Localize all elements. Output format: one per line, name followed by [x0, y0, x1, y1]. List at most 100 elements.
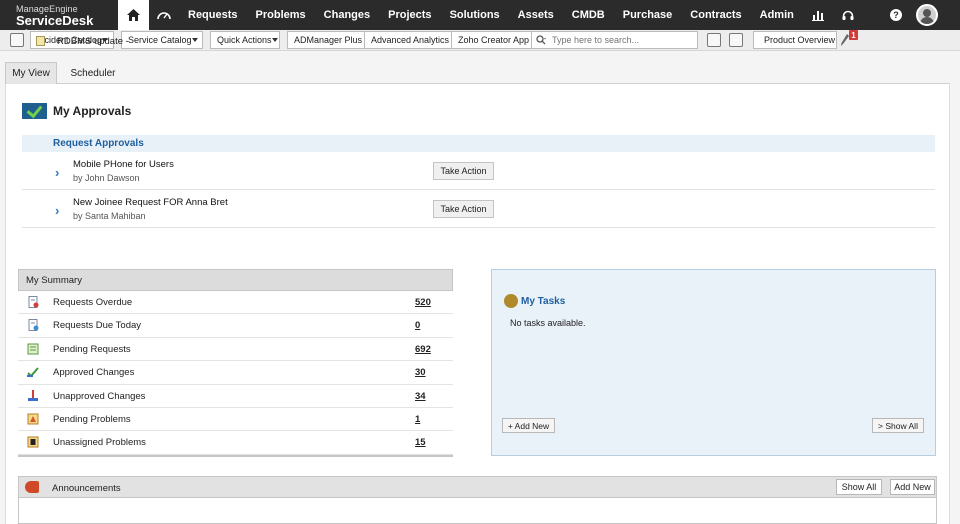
summary-label: Requests Overdue [53, 297, 133, 308]
summary-row: Unapproved Changes 34 [18, 385, 453, 408]
overdue-icon [28, 296, 39, 308]
summary-label: Pending Problems [53, 413, 131, 425]
search-box[interactable] [531, 31, 698, 49]
take-action-button[interactable]: Take Action [433, 200, 494, 218]
admanager-plus-button[interactable]: ADManager Plus [287, 31, 370, 49]
advanced-analytics-button[interactable]: Advanced Analytics [364, 31, 457, 49]
support-headset-icon[interactable] [833, 0, 863, 30]
history-icon[interactable] [707, 33, 721, 47]
zoho-creator-button[interactable]: Zoho Creator App [451, 31, 537, 49]
show-all-announcements-button[interactable]: Show All [836, 479, 882, 495]
tasks-empty-message: No tasks available. [510, 318, 586, 328]
summary-count-link[interactable]: 0 [415, 320, 420, 331]
chevron-right-icon[interactable]: › [55, 165, 59, 180]
chevron-down-icon [191, 38, 198, 42]
summary-label: Pending Requests [53, 343, 131, 355]
add-task-button[interactable]: + Add New [502, 418, 555, 433]
show-all-tasks-button[interactable]: > Show All [872, 418, 924, 433]
summary-count-link[interactable]: 520 [415, 297, 431, 308]
pending-problems-icon [27, 413, 39, 425]
nav-admin[interactable]: Admin [751, 0, 803, 30]
nav-changes[interactable]: Changes [315, 0, 379, 30]
nav-cmdb[interactable]: CMDB [563, 0, 614, 30]
help-icon[interactable]: ? [890, 9, 902, 21]
nav-projects[interactable]: Projects [379, 0, 440, 30]
nav-contracts[interactable]: Contracts [681, 0, 750, 30]
approval-title[interactable]: Mobile PHone for Users [73, 159, 174, 170]
product-overview-button[interactable]: Product Overview [753, 31, 837, 49]
summary-label: Unapproved Changes [53, 390, 146, 402]
summary-row: Requests Overdue 520 [18, 291, 453, 315]
approval-item: › Mobile PHone for Users by John Dawson … [22, 152, 935, 190]
summary-row: Approved Changes 30 [18, 361, 453, 385]
summary-row: Pending Problems 1 [18, 408, 453, 432]
unassigned-problems-icon [27, 436, 39, 448]
home-icon[interactable] [118, 0, 149, 30]
user-avatar[interactable] [916, 4, 938, 26]
tasks-icon [504, 294, 518, 308]
due-today-icon [28, 319, 39, 332]
megaphone-icon [25, 481, 39, 493]
service-catalog-dropdown[interactable]: Service Catalog [121, 31, 203, 49]
approval-check-icon [22, 103, 47, 119]
notification-bell-icon[interactable] [729, 33, 743, 47]
my-tasks-panel: My Tasks No tasks available. + Add New >… [491, 269, 936, 456]
announcement-item[interactable]: RDBMS update - [57, 36, 129, 47]
pen-icon[interactable] [841, 34, 849, 46]
summary-row: Pending Requests 692 [18, 338, 453, 362]
nav-requests[interactable]: Requests [179, 0, 247, 30]
summary-label: Approved Changes [53, 367, 135, 379]
approval-requester: by John Dawson [73, 173, 140, 183]
tab-scheduler[interactable]: Scheduler [63, 62, 123, 84]
summary-title: My Summary [18, 269, 453, 291]
new-request-icon[interactable] [10, 33, 24, 47]
nav-purchase[interactable]: Purchase [614, 0, 682, 30]
pending-requests-icon [27, 343, 39, 355]
brand-logo[interactable]: ManageEngine ServiceDesk Plus [0, 0, 118, 42]
summary-count-link[interactable]: 692 [415, 344, 431, 355]
summary-count-link[interactable]: 34 [415, 391, 426, 402]
summary-label: Requests Due Today [53, 320, 142, 332]
search-input[interactable] [552, 35, 682, 45]
approval-item: › New Joinee Request FOR Anna Bret by Sa… [22, 190, 935, 228]
announcements-header: Announcements Show All Add New [19, 477, 936, 498]
nav-assets[interactable]: Assets [509, 0, 563, 30]
tab-my-view[interactable]: My View [5, 62, 57, 89]
nav-problems[interactable]: Problems [247, 0, 315, 30]
my-summary-panel: My Summary Requests Overdue 520 Requests… [18, 269, 453, 457]
quick-actions-label: Quick Actions [217, 35, 272, 45]
summary-row: Unassigned Problems 15 [18, 431, 453, 455]
top-nav: ManageEngine ServiceDesk Plus Requests P… [0, 0, 960, 42]
summary-count-link[interactable]: 30 [415, 367, 426, 378]
chevron-down-icon [271, 38, 278, 42]
announcements-panel: Announcements Show All Add New [18, 476, 937, 524]
quick-toolbar: Incident Catalog Service Catalog Quick A… [0, 30, 960, 51]
approval-title[interactable]: New Joinee Request FOR Anna Bret [73, 197, 228, 208]
summary-row: Requests Due Today 0 [18, 314, 453, 338]
unapproved-changes-icon [28, 389, 38, 401]
approved-changes-icon [27, 367, 39, 378]
service-catalog-label: Service Catalog [128, 35, 192, 45]
notification-count-badge: 1 [849, 30, 858, 40]
nav-solutions[interactable]: Solutions [441, 0, 509, 30]
product-overview-label: Product Overview [764, 35, 836, 45]
dashboard-icon[interactable] [149, 0, 179, 30]
approval-requester: by Santa Mahiban [73, 211, 146, 221]
summary-label: Unassigned Problems [53, 437, 146, 449]
add-announcement-button[interactable]: Add New [890, 479, 935, 495]
take-action-button[interactable]: Take Action [433, 162, 494, 180]
announcement-icon [36, 36, 45, 46]
view-tabs: My View Scheduler [5, 62, 950, 89]
search-icon [536, 35, 546, 45]
chevron-right-icon[interactable]: › [55, 203, 59, 218]
quick-actions-dropdown[interactable]: Quick Actions [210, 31, 280, 49]
summary-divider [18, 454, 453, 457]
announcements-title: Announcements [52, 483, 121, 494]
tasks-title: My Tasks [521, 296, 566, 307]
summary-count-link[interactable]: 15 [415, 437, 426, 448]
approvals-header: My Approvals [22, 103, 131, 119]
summary-count-link[interactable]: 1 [415, 414, 420, 425]
approvals-title: My Approvals [53, 104, 132, 118]
reports-icon[interactable] [803, 0, 833, 30]
request-approvals-section: Request Approvals [22, 135, 935, 152]
